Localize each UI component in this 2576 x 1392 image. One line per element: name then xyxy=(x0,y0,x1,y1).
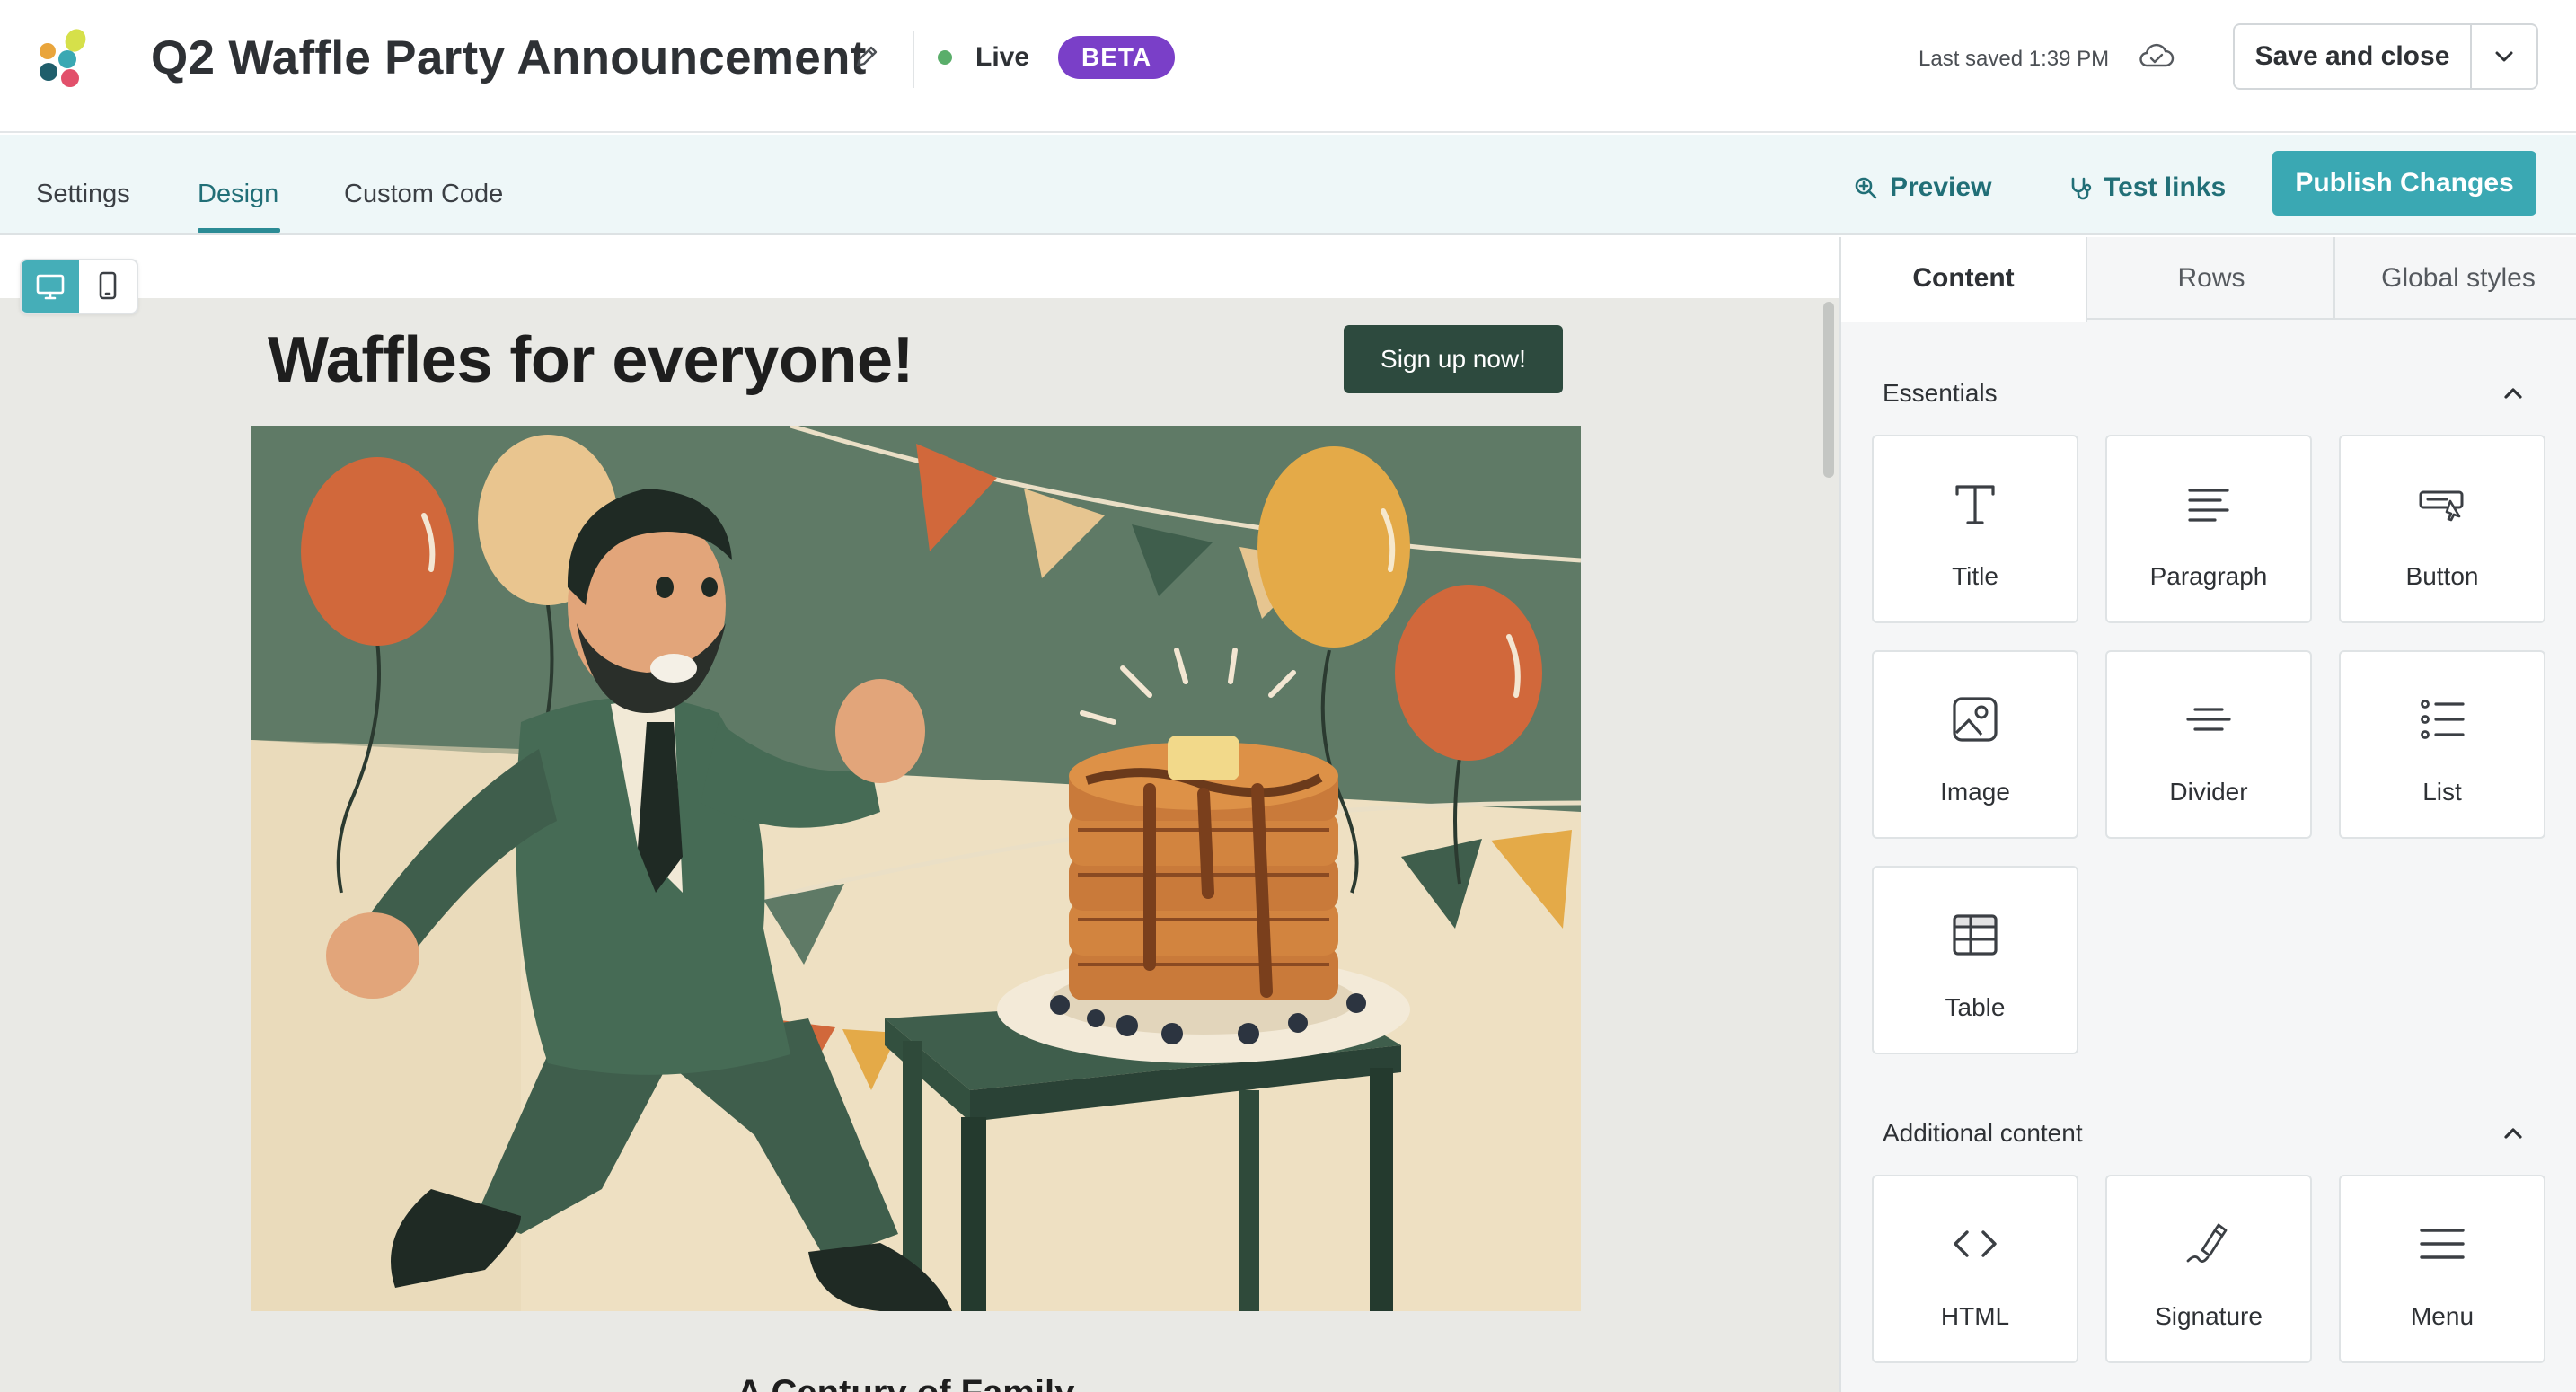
button-icon xyxy=(2419,490,2464,522)
test-links-label: Test links xyxy=(2104,172,2227,202)
chevron-up-icon[interactable] xyxy=(2497,377,2529,410)
paragraph-icon xyxy=(2188,489,2229,522)
block-label: Title xyxy=(1952,562,1998,590)
table-icon xyxy=(1953,914,1998,956)
tab-custom-code[interactable]: Custom Code xyxy=(344,174,503,214)
desktop-icon xyxy=(36,274,65,300)
email-heading[interactable]: Waffles for everyone! xyxy=(268,320,914,401)
hero-illustration xyxy=(251,426,1581,1311)
block-label: Button xyxy=(2405,562,2479,590)
block-label: HTML xyxy=(1940,1302,2010,1330)
tab-settings[interactable]: Settings xyxy=(36,174,130,214)
app-logo[interactable] xyxy=(32,27,95,90)
block-title[interactable]: Title xyxy=(1872,435,2078,623)
stethoscope-icon xyxy=(2071,177,2092,200)
beta-badge: BETA xyxy=(1058,36,1176,79)
editor-tab-bar: Settings Design Custom Code Preview Test… xyxy=(0,135,2576,235)
panel-tab-content[interactable]: Content xyxy=(1841,237,2087,322)
email-subheading[interactable]: A Century of Family xyxy=(737,1370,1074,1392)
block-image[interactable]: Image xyxy=(1872,650,2078,839)
header-divider xyxy=(913,31,914,88)
canvas-scrollbar[interactable] xyxy=(1823,302,1834,478)
tab-design[interactable]: Design xyxy=(198,174,278,214)
block-label: Paragraph xyxy=(2149,562,2268,590)
active-tab-indicator xyxy=(198,228,280,233)
email-signup-button[interactable]: Sign up now! xyxy=(1344,325,1563,393)
panel-tab-rows[interactable]: Rows xyxy=(2089,237,2335,320)
panel-tab-global-styles[interactable]: Global styles xyxy=(2335,237,2576,320)
preview-button[interactable]: Preview xyxy=(1854,165,2007,210)
block-list[interactable]: List xyxy=(2339,650,2545,839)
divider-icon xyxy=(2186,708,2231,731)
block-table[interactable]: Table xyxy=(1872,866,2078,1054)
block-label: Menu xyxy=(2410,1302,2475,1330)
panel-tabs: Content Rows Global styles xyxy=(1841,237,2576,322)
zoom-in-icon xyxy=(1855,177,1877,199)
block-label: List xyxy=(2422,778,2462,806)
live-status-dot xyxy=(938,50,952,65)
image-icon xyxy=(1953,697,1998,742)
block-signature[interactable]: Signature xyxy=(2105,1175,2312,1363)
save-and-close-button[interactable]: Save and close xyxy=(2235,25,2470,88)
block-label: Divider xyxy=(2169,778,2248,806)
canvas-toolbar-area xyxy=(0,237,1839,298)
email-hero-image[interactable] xyxy=(251,426,1581,1311)
title-icon xyxy=(1955,485,1995,524)
menu-icon xyxy=(2420,1229,2465,1259)
status-label: Live xyxy=(975,42,1030,72)
last-saved-text: Last saved 1:39 PM xyxy=(1919,47,2110,71)
pencil-icon[interactable] xyxy=(851,41,882,72)
preview-label: Preview xyxy=(1890,172,1992,202)
desktop-view-button[interactable] xyxy=(22,260,79,313)
list-icon xyxy=(2421,700,2465,739)
block-divider[interactable]: Divider xyxy=(2105,650,2312,839)
section-title-additional-content: Additional content xyxy=(1883,1119,2083,1147)
test-links-button[interactable]: Test links xyxy=(2068,165,2247,210)
top-bar: Q2 Waffle Party Announcement Live BETA L… xyxy=(0,0,2576,133)
block-label: Signature xyxy=(2155,1302,2263,1330)
block-paragraph[interactable]: Paragraph xyxy=(2105,435,2312,623)
block-menu[interactable]: Menu xyxy=(2339,1175,2545,1363)
block-button[interactable]: Button xyxy=(2339,435,2545,623)
content-panel: Content Rows Global styles Essentials Ti… xyxy=(1839,237,2576,1392)
page-title: Q2 Waffle Party Announcement xyxy=(151,31,867,84)
block-html[interactable]: HTML xyxy=(1872,1175,2078,1363)
device-toggle xyxy=(20,259,138,314)
publish-changes-button[interactable]: Publish Changes xyxy=(2272,151,2536,216)
chevron-up-icon[interactable] xyxy=(2497,1117,2529,1150)
mobile-view-button[interactable] xyxy=(79,260,137,313)
save-and-close-group: Save and close xyxy=(2233,23,2538,90)
block-label: Image xyxy=(1940,778,2010,806)
chevron-down-icon[interactable] xyxy=(2472,25,2536,88)
cloud-icon xyxy=(2139,43,2175,67)
mobile-icon xyxy=(99,271,117,300)
code-icon xyxy=(1954,1230,1997,1257)
section-title-essentials: Essentials xyxy=(1883,379,1998,407)
block-label: Table xyxy=(1945,993,2006,1021)
signature-icon xyxy=(2186,1223,2228,1263)
